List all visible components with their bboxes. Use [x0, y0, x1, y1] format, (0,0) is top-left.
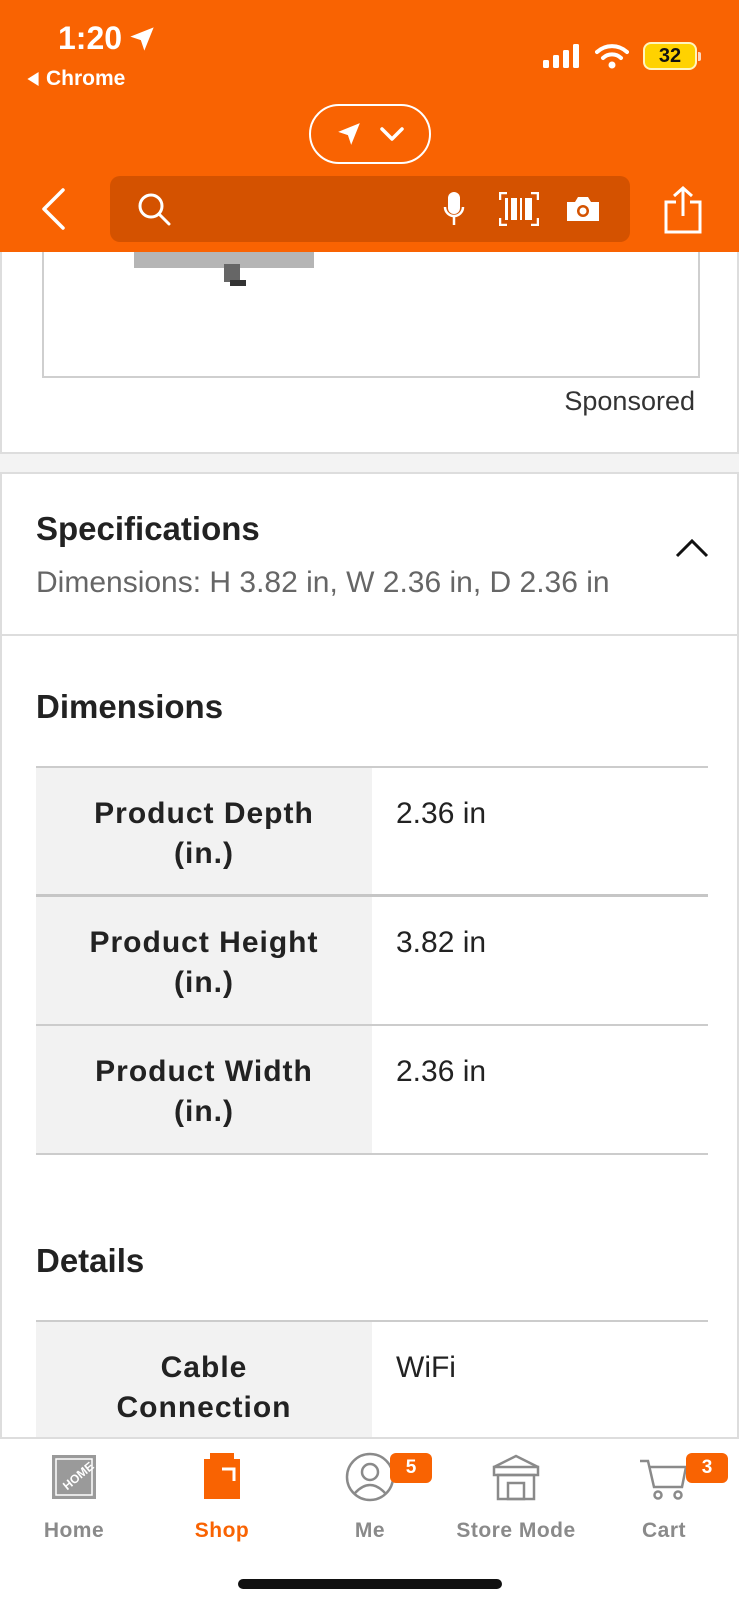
tab-label: Me: [354, 1519, 386, 1542]
specifications-accordion[interactable]: Specifications Dimensions: H 3.82 in, W …: [0, 472, 739, 636]
me-badge: 5: [390, 1453, 432, 1483]
location-toggle[interactable]: [309, 104, 431, 164]
tab-label: Home: [43, 1519, 105, 1542]
chevron-down-icon: [380, 127, 404, 141]
tab-shop[interactable]: Shop: [148, 1447, 296, 1557]
spec-value: WiFi: [396, 1351, 456, 1384]
sponsored-label: Sponsored: [564, 386, 695, 416]
search-bar[interactable]: [110, 176, 630, 242]
table-row: Product Height (in.) 3.82 in: [36, 897, 708, 1026]
specifications-summary: Dimensions: H 3.82 in, W 2.36 in, D 2.36…: [36, 566, 610, 599]
share-icon: [664, 186, 702, 234]
user-icon: [345, 1452, 395, 1502]
specifications-title: Specifications: [36, 510, 260, 547]
table-row: Cable Connection WiFi: [36, 1322, 708, 1437]
table-row: Product Width (in.) 2.36 in: [36, 1026, 708, 1155]
spec-name: Product Width (in.): [36, 1026, 372, 1153]
spec-name-line: (in.): [174, 1095, 234, 1128]
back-to-app-link[interactable]: Chrome: [26, 67, 125, 91]
search-button[interactable]: [132, 176, 176, 242]
back-to-app-label: Chrome: [46, 67, 126, 90]
home-depot-logo-icon: HOME: [52, 1455, 97, 1499]
app-header: 1:20 Chrome 32: [0, 0, 739, 252]
spec-name-line: Connection: [116, 1391, 292, 1424]
spec-value: 2.36 in: [396, 797, 487, 830]
clock: 1:20: [58, 20, 123, 56]
spec-name-line: Product Width: [95, 1055, 313, 1088]
cart-icon: [640, 1459, 688, 1500]
spec-name-line: Product Depth: [94, 797, 314, 830]
camera-icon: [567, 197, 599, 221]
tab-label: Shop: [194, 1519, 250, 1542]
collapse-button[interactable]: [670, 526, 714, 570]
tab-icon: [490, 1447, 542, 1507]
triangle-left-icon: [27, 72, 39, 86]
spec-name-line: (in.): [174, 837, 234, 870]
spec-name-line: (in.): [174, 966, 234, 999]
back-button[interactable]: [30, 184, 76, 234]
bottom-tab-bar: HOME Home Shop Me 5 Store Mode Cart 3: [0, 1437, 739, 1600]
tab-icon: [200, 1447, 244, 1507]
cart-badge: 3: [686, 1453, 728, 1483]
spec-name: Cable Connection: [36, 1322, 372, 1437]
spec-value: 2.36 in: [396, 1055, 487, 1088]
app-screen: Sponsored Specifications Dimensions: H 3…: [0, 0, 739, 1600]
voice-search-button[interactable]: [432, 176, 476, 242]
location-arrow-icon: [130, 26, 154, 51]
tab-icon: HOME: [50, 1447, 98, 1507]
sponsored-product-card[interactable]: Sponsored: [0, 228, 739, 454]
search-icon: [138, 193, 171, 226]
spec-name: Product Height (in.): [36, 897, 372, 1024]
specifications-details: Dimensions Product Depth (in.) 2.36 in Pr…: [0, 636, 739, 1437]
location-arrow-icon: [338, 123, 360, 145]
signal-icon: [543, 44, 579, 68]
chevron-up-icon: [675, 538, 709, 558]
wifi-icon: [595, 44, 629, 69]
microphone-icon: [443, 192, 465, 225]
status-time: 1:20: [58, 20, 156, 57]
barcode-scan-button[interactable]: [494, 176, 544, 242]
shop-icon: [204, 1453, 240, 1499]
table-row: Product Depth (in.) 2.36 in: [36, 768, 708, 897]
details-table: Cable Connection WiFi: [36, 1320, 708, 1437]
details-heading: Details: [36, 1242, 145, 1279]
tab-icon: [638, 1447, 690, 1507]
battery-indicator: 32: [643, 42, 701, 70]
dimensions-heading: Dimensions: [36, 688, 224, 725]
camera-search-button[interactable]: [558, 176, 608, 242]
tab-label: Cart: [641, 1519, 686, 1542]
tab-icon: [344, 1447, 396, 1507]
barcode-icon: [499, 192, 539, 226]
spec-name-line: Product Height: [89, 926, 319, 959]
share-button[interactable]: [660, 184, 706, 236]
status-indicators: 32: [543, 42, 701, 70]
spec-name: Product Depth (in.): [36, 768, 372, 894]
home-indicator: [238, 1579, 502, 1589]
tab-store-mode[interactable]: Store Mode: [442, 1447, 590, 1557]
tab-label: Store Mode: [456, 1519, 576, 1542]
spec-name-line: Cable: [160, 1351, 248, 1384]
back-chevron-icon: [42, 188, 65, 230]
tab-home[interactable]: HOME Home: [0, 1447, 148, 1557]
dimensions-table: Product Depth (in.) 2.36 in Product Heigh…: [36, 766, 708, 1155]
store-icon: [492, 1454, 540, 1501]
tab-cart[interactable]: Cart 3: [590, 1447, 738, 1557]
tab-me[interactable]: Me 5: [296, 1447, 444, 1557]
spec-value: 3.82 in: [396, 926, 487, 959]
